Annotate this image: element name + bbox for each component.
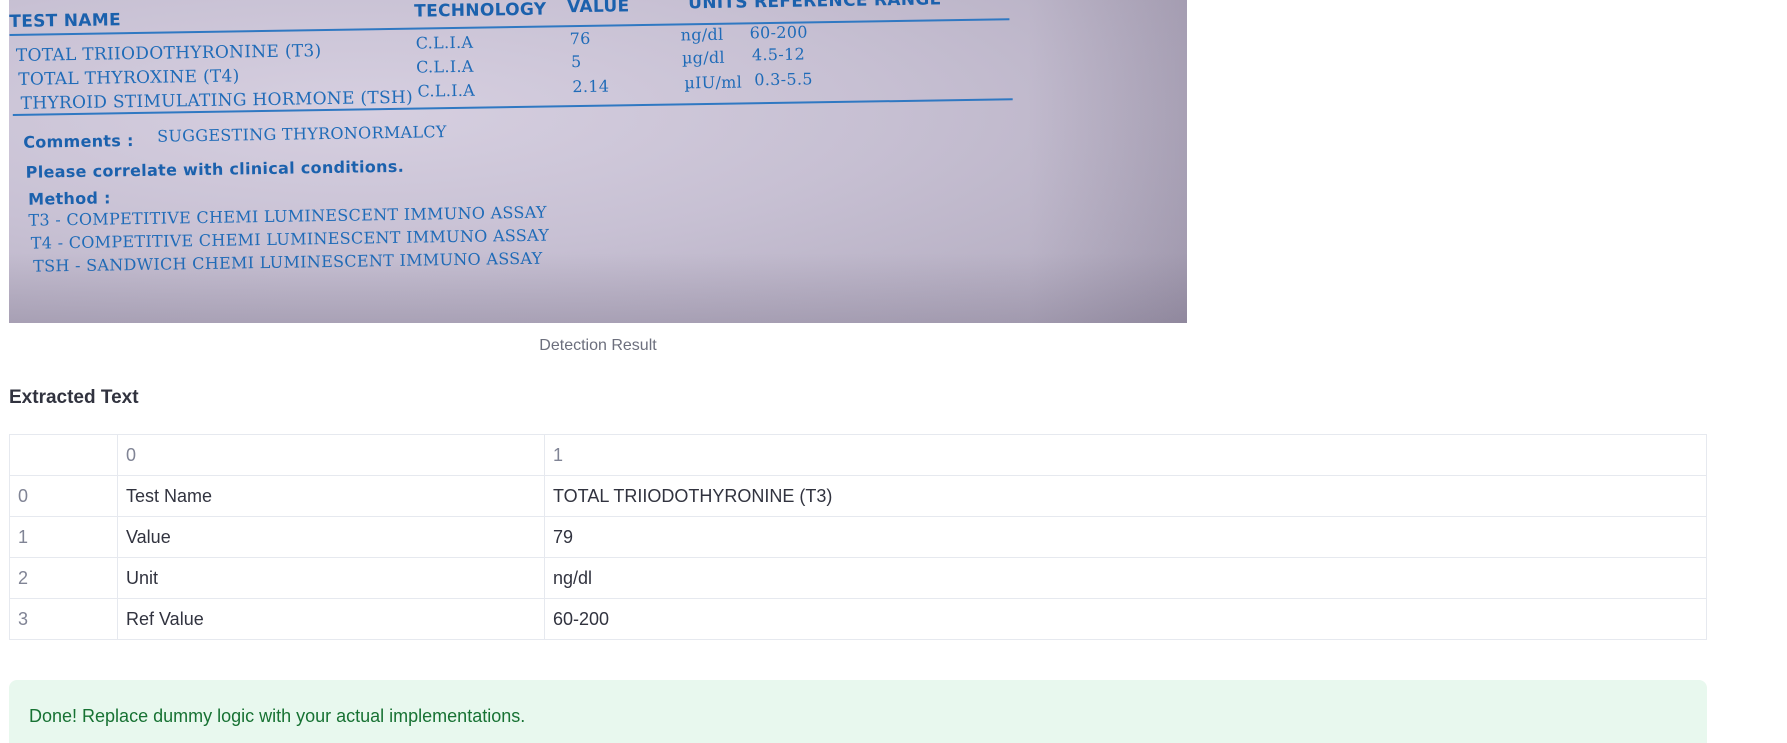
report-row-value: 76: [569, 28, 591, 49]
table-index-header: [9, 434, 118, 476]
report-comments-value: SUGGESTING THYRONORMALCY: [157, 122, 447, 146]
table-cell[interactable]: Test Name: [117, 475, 545, 517]
report-header-technology: TECHNOLOGY: [414, 0, 547, 22]
report-header-test-name: TEST NAME: [9, 10, 122, 32]
report-header-value: VALUE: [567, 0, 630, 18]
section-title-extracted-text: Extracted Text: [9, 387, 139, 408]
extracted-text-table: 0 1 0 Test Name TOTAL TRIIODOTHYRONINE (…: [9, 434, 1707, 640]
table-row-index: 3: [9, 598, 118, 640]
report-correlate-note: Please correlate with clinical condition…: [25, 156, 405, 182]
table-row-index: 0: [9, 475, 118, 517]
table-row: 1 Value 79: [9, 516, 1707, 558]
report-row-value: 5: [570, 52, 582, 72]
report-row-technology: C.L.I.A: [417, 80, 476, 101]
report-row-unit: µg/dl: [681, 47, 726, 68]
report-method-line: T4 - COMPETITIVE CHEMI LUMINESCENT IMMUN…: [30, 225, 550, 253]
table-header-row: 0 1: [9, 434, 1707, 476]
image-caption: Detection Result: [539, 337, 657, 354]
report-row-range: 0.3-5.5: [754, 69, 813, 90]
report-header-units-range: UNITS REFERENCE RANGE: [687, 0, 942, 14]
table-cell[interactable]: Ref Value: [117, 598, 545, 640]
report-method-label: Method :: [27, 188, 111, 209]
report-row-value: 2.14: [572, 76, 610, 97]
success-alert-message: Done! Replace dummy logic with your actu…: [29, 706, 526, 726]
report-comments-label: Comments :: [23, 131, 134, 152]
table-cell[interactable]: 79: [544, 516, 1707, 558]
success-alert: Done! Replace dummy logic with your actu…: [9, 680, 1707, 743]
report-row-name: TOTAL THYROXINE (T4): [18, 66, 240, 90]
report-row-name: TOTAL TRIIODOTHYRONINE (T3): [15, 41, 322, 66]
table-cell[interactable]: Unit: [117, 557, 545, 599]
table-row-index: 1: [9, 516, 118, 558]
table-column-header[interactable]: 0: [117, 434, 545, 476]
report-row-technology: C.L.I.A: [415, 56, 474, 77]
report-row-range: 4.5-12: [751, 44, 806, 65]
table-row: 2 Unit ng/dl: [9, 557, 1707, 599]
report-row-technology: C.L.I.A: [415, 32, 474, 53]
table-column-header[interactable]: 1: [544, 434, 1707, 476]
report-row-unit: µIU/ml: [684, 72, 743, 93]
report-row-unit: ng/dl: [680, 24, 724, 45]
app-page: TEST NAME TECHNOLOGY VALUE UNITS REFEREN…: [0, 0, 1787, 743]
table-row: 0 Test Name TOTAL TRIIODOTHYRONINE (T3): [9, 475, 1707, 517]
table-row: 3 Ref Value 60-200: [9, 598, 1707, 640]
table-cell[interactable]: ng/dl: [544, 557, 1707, 599]
detection-result-image: TEST NAME TECHNOLOGY VALUE UNITS REFEREN…: [9, 0, 1187, 323]
report-row-range: 60-200: [749, 22, 808, 43]
table-cell[interactable]: 60-200: [544, 598, 1707, 640]
report-method-line: TSH - SANDWICH CHEMI LUMINESCENT IMMUNO …: [33, 248, 543, 276]
table-row-index: 2: [9, 557, 118, 599]
table-cell[interactable]: TOTAL TRIIODOTHYRONINE (T3): [544, 475, 1707, 517]
report-header-rule: [9, 18, 1010, 36]
table-cell[interactable]: Value: [117, 516, 545, 558]
lab-report-content: TEST NAME TECHNOLOGY VALUE UNITS REFEREN…: [9, 0, 1187, 323]
